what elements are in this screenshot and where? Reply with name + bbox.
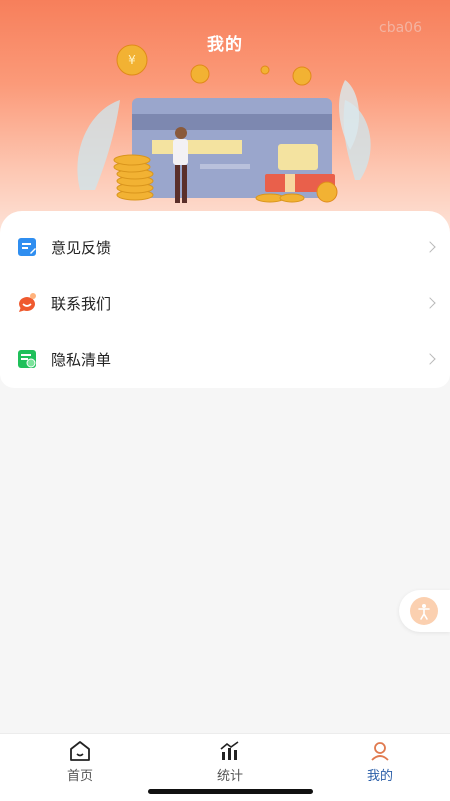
floating-assistant-button[interactable] xyxy=(399,590,450,632)
tab-home[interactable]: 首页 xyxy=(5,734,155,801)
menu-item-feedback[interactable]: 意见反馈 xyxy=(0,219,450,275)
tab-profile-label: 我的 xyxy=(366,769,393,784)
menu-item-contact[interactable]: 联系我们 xyxy=(0,275,450,331)
contact-icon xyxy=(19,293,36,312)
menu-item-label: 意见反馈 xyxy=(51,238,112,257)
menu-item-label: 隐私清单 xyxy=(51,350,112,369)
tab-stats-label: 统计 xyxy=(216,769,243,784)
chevron-right-icon xyxy=(424,241,436,253)
svg-text:¥: ¥ xyxy=(128,53,136,67)
menu-item-label: 联系我们 xyxy=(51,294,112,313)
tab-profile[interactable]: 我的 xyxy=(305,734,450,801)
version-label: cba06 xyxy=(379,20,422,36)
menu-card: 意见反馈 联系我们 隐私清单 xyxy=(0,211,450,388)
chevron-right-icon xyxy=(424,353,436,365)
privacy-list-icon xyxy=(18,350,36,368)
wallet-illustration: ¥ xyxy=(77,44,371,203)
menu-item-privacy-list[interactable]: 隐私清单 xyxy=(0,331,450,387)
accessibility-icon xyxy=(410,597,438,625)
feedback-icon xyxy=(18,238,36,256)
profile-icon xyxy=(371,742,389,761)
stats-icon xyxy=(220,741,239,760)
home-icon xyxy=(70,741,90,761)
home-indicator xyxy=(148,789,313,794)
header-banner: 我的 cba06 ¥ xyxy=(0,0,450,240)
chevron-right-icon xyxy=(424,297,436,309)
tab-home-label: 首页 xyxy=(66,769,93,784)
